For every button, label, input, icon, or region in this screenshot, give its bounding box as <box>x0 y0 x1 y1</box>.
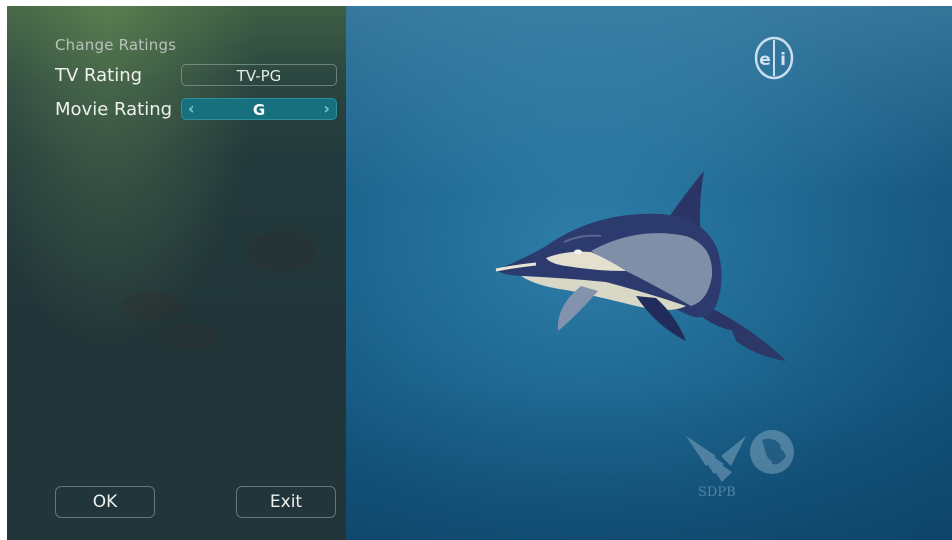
tv-rating-selector[interactable]: TV-PG <box>181 64 337 86</box>
pbs-logo-icon <box>686 430 794 482</box>
dolphin-image <box>495 171 786 361</box>
exit-button[interactable]: Exit <box>236 486 336 518</box>
background-shape <box>122 291 182 321</box>
ratings-panel: Change Ratings TV Rating TV-PG Movie Rat… <box>7 6 346 540</box>
tv-screen: e i SDPB Change Ratings TV Rating TV-PG … <box>7 6 952 540</box>
panel-tint <box>7 6 346 540</box>
chevron-right-icon[interactable]: › <box>323 99 330 119</box>
ei-logo-letter-i: i <box>780 50 786 70</box>
movie-rating-selector[interactable]: ‹ G › <box>181 98 337 120</box>
background-shape <box>247 231 317 271</box>
movie-rating-value: G <box>252 101 266 119</box>
panel-title: Change Ratings <box>55 36 177 54</box>
chevron-left-icon[interactable]: ‹ <box>188 99 195 119</box>
ok-button[interactable]: OK <box>55 486 155 518</box>
ei-logo-letter-e: e <box>759 50 771 70</box>
movie-rating-label: Movie Rating <box>55 99 173 120</box>
background-shape <box>157 324 217 349</box>
ei-logo-icon: e i <box>754 36 794 80</box>
tv-rating-value: TV-PG <box>236 67 282 85</box>
video-background: e i SDPB <box>346 6 952 540</box>
watermark-text: SDPB <box>698 485 736 500</box>
tv-rating-label: TV Rating <box>55 65 143 86</box>
